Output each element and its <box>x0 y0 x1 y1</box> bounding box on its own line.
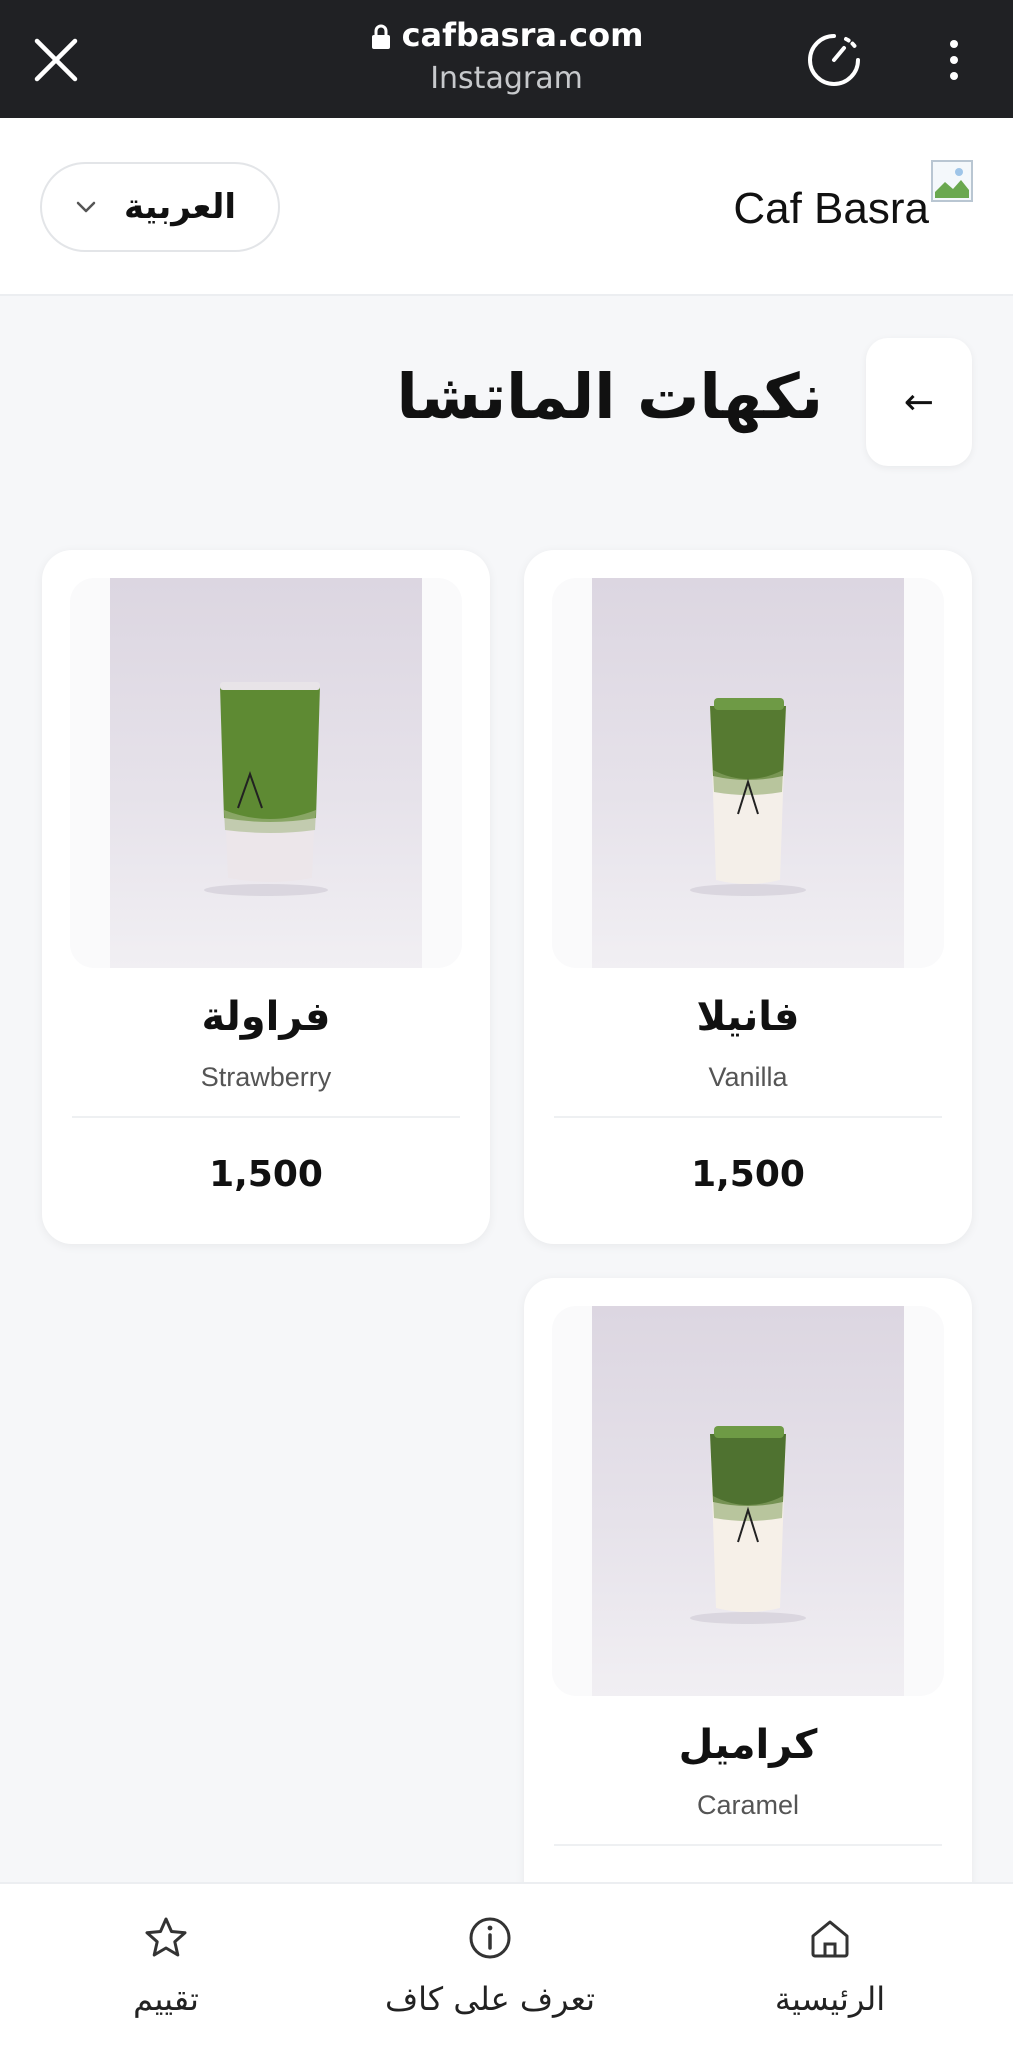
back-button[interactable]: ← <box>866 338 972 466</box>
broken-image-icon <box>931 160 973 202</box>
product-price: 1,500 <box>691 1154 805 1195</box>
product-image-frame <box>552 1306 944 1696</box>
info-icon <box>466 1914 514 1962</box>
divider <box>72 1116 460 1118</box>
product-card-vanilla[interactable]: فانيلا Vanilla 1,500 <box>524 550 972 1244</box>
divider <box>554 1844 942 1846</box>
language-select[interactable]: العربية <box>40 162 280 252</box>
browser-bar: cafbasra.com Instagram <box>0 0 1013 118</box>
product-name-en: Strawberry <box>200 1062 332 1092</box>
timer-icon[interactable] <box>804 30 864 90</box>
url-text: cafbasra.com <box>401 16 644 54</box>
product-image <box>110 578 422 968</box>
site-header: العربية Caf Basra <box>0 118 1013 296</box>
product-image-frame <box>552 578 944 968</box>
language-label: العربية <box>124 187 237 227</box>
nav-label-home: الرئيسية <box>774 1980 886 2018</box>
product-name-ar: فانيلا <box>696 994 800 1040</box>
home-icon <box>806 1914 854 1962</box>
product-card-caramel[interactable]: كراميل Caramel <box>524 1278 972 1972</box>
chevron-down-icon <box>72 193 100 221</box>
nav-label-about: تعرف على كاف <box>384 1980 596 2018</box>
nav-label-rate: تقييم <box>133 1980 199 2018</box>
product-name-en: Vanilla <box>708 1062 788 1092</box>
product-name-ar: فراولة <box>201 994 331 1040</box>
page-title: نكهات الماتشا <box>396 360 823 433</box>
product-image-frame <box>70 578 462 968</box>
divider <box>554 1116 942 1118</box>
lock-icon <box>370 21 392 49</box>
more-menu-icon[interactable] <box>934 32 974 88</box>
product-name-ar: كراميل <box>678 1722 818 1768</box>
arrow-left-icon: ← <box>903 381 935 423</box>
nav-item-rate[interactable]: تقييم <box>16 1884 316 2048</box>
product-image <box>592 1306 904 1696</box>
brand-name: Caf Basra <box>733 184 929 233</box>
product-price: 1,500 <box>209 1154 323 1195</box>
star-icon <box>142 1914 190 1962</box>
nav-item-about[interactable]: تعرف على كاف <box>340 1884 640 2048</box>
brand[interactable]: Caf Basra <box>733 160 973 234</box>
product-card-strawberry[interactable]: فراولة Strawberry 1,500 <box>42 550 490 1244</box>
product-name-en: Caramel <box>696 1790 800 1820</box>
nav-item-home[interactable]: الرئيسية <box>680 1884 980 2048</box>
product-image <box>592 578 904 968</box>
bottom-nav: الرئيسية تعرف على كاف تقييم <box>0 1882 1013 2048</box>
